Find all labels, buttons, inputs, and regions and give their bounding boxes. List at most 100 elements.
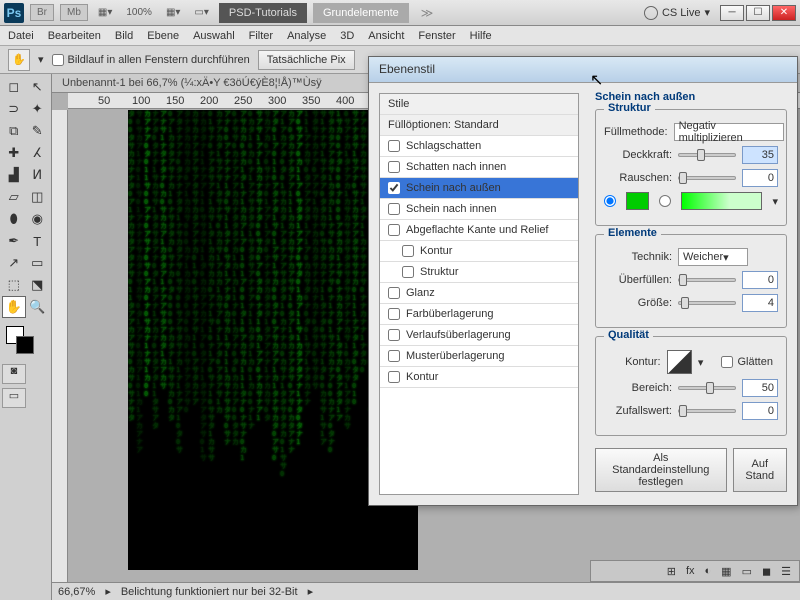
menu-bar: Datei Bearbeiten Bild Ebene Auswahl Filt… [0, 26, 800, 46]
dodge-tool[interactable]: ◉ [26, 208, 50, 230]
antialias-checkbox[interactable]: Glätten [721, 356, 778, 368]
blur-tool[interactable]: ⬮ [2, 208, 26, 230]
style-list-item[interactable]: Musterüberlagerung [380, 346, 578, 367]
style-list-item[interactable]: Struktur [380, 262, 578, 283]
workspace-tab[interactable]: PSD-Tutorials [219, 3, 307, 23]
size-slider[interactable] [678, 301, 736, 305]
noise-input[interactable] [742, 169, 778, 187]
menu-3d[interactable]: 3D [340, 30, 354, 42]
bridge-button[interactable]: Br [30, 4, 54, 21]
move-tool[interactable]: ↖ [26, 76, 50, 98]
style-list-item[interactable]: Farbüberlagerung [380, 304, 578, 325]
stamp-tool[interactable]: ▟ [2, 164, 26, 186]
style-list-item[interactable]: Kontur [380, 367, 578, 388]
qualitaet-group: Qualität Kontur:▾ Glätten Bereich: Zufal… [595, 336, 787, 436]
style-list[interactable]: StileFüllöptionen: StandardSchlagschatte… [379, 93, 579, 495]
actual-pixels-button[interactable]: Tatsächliche Pix [258, 50, 355, 70]
minimize-button[interactable]: ─ [720, 5, 744, 21]
link-icon[interactable]: ⊞ [667, 565, 676, 578]
status-zoom[interactable]: 66,67% [58, 586, 95, 598]
view-dropdown[interactable]: ▦▾ [94, 7, 116, 18]
zoom-dropdown[interactable]: 100% [122, 7, 156, 18]
eyedropper-tool[interactable]: ✎ [26, 120, 50, 142]
spread-input[interactable] [742, 271, 778, 289]
hand-tool[interactable]: ✋ [2, 296, 26, 318]
menu-auswahl[interactable]: Auswahl [193, 30, 235, 42]
gradient-radio[interactable] [659, 195, 671, 207]
color-radio[interactable] [604, 195, 616, 207]
screen-dropdown[interactable]: ▭▾ [190, 7, 212, 18]
arrange-dropdown[interactable]: ▦▾ [162, 7, 184, 18]
opacity-input[interactable] [742, 146, 778, 164]
zoom-tool[interactable]: 🔍 [26, 296, 50, 318]
range-input[interactable] [742, 379, 778, 397]
group-icon[interactable]: ▭ [742, 565, 752, 578]
lasso-tool[interactable]: ⊃ [2, 98, 26, 120]
color-swatches[interactable] [2, 324, 49, 360]
range-slider[interactable] [678, 386, 736, 390]
style-list-item[interactable]: Schein nach außen [380, 178, 578, 199]
style-list-item[interactable]: Glanz [380, 283, 578, 304]
glow-color-button[interactable] [626, 192, 649, 210]
minibridge-button[interactable]: Mb [60, 4, 88, 21]
adjustment-icon[interactable]: ▦ [721, 565, 731, 578]
jitter-input[interactable] [742, 402, 778, 420]
gradient-tool[interactable]: ◫ [26, 186, 50, 208]
marquee-tool[interactable]: ◻ [2, 76, 26, 98]
technique-select[interactable]: Weicher ▾ [678, 248, 748, 266]
menu-bild[interactable]: Bild [115, 30, 133, 42]
new-layer-icon[interactable]: ◼ [762, 565, 771, 578]
mask-icon[interactable]: ◐ [705, 565, 712, 577]
camera-tool[interactable]: ⬔ [26, 274, 50, 296]
pen-tool[interactable]: ✒ [2, 230, 26, 252]
brush-tool[interactable]: ⵃ [26, 142, 50, 164]
size-input[interactable] [742, 294, 778, 312]
menu-fenster[interactable]: Fenster [418, 30, 455, 42]
fx-icon[interactable]: fx [686, 565, 695, 577]
scroll-all-checkbox[interactable]: Bildlauf in allen Fenstern durchführen [52, 54, 250, 66]
glow-gradient-button[interactable] [681, 192, 763, 210]
style-list-item[interactable]: Abgeflachte Kante und Relief [380, 220, 578, 241]
menu-hilfe[interactable]: Hilfe [470, 30, 492, 42]
3d-tool[interactable]: ⬚ [2, 274, 26, 296]
wand-tool[interactable]: ✦ [26, 98, 50, 120]
blend-mode-select[interactable]: Negativ multiplizieren [674, 123, 784, 141]
style-list-item[interactable]: Füllöptionen: Standard [380, 115, 578, 136]
style-list-item[interactable]: Schein nach innen [380, 199, 578, 220]
opacity-slider[interactable] [678, 153, 736, 157]
shape-tool[interactable]: ▭ [26, 252, 50, 274]
make-default-button[interactable]: Als Standardeinstellung festlegen [595, 448, 727, 492]
close-button[interactable]: ✕ [772, 5, 796, 21]
trash-icon[interactable]: ☰ [781, 565, 791, 578]
screenmode-button[interactable]: ▭ [2, 388, 26, 408]
noise-slider[interactable] [678, 176, 736, 180]
hand-tool-icon[interactable]: ✋ [8, 49, 30, 71]
reset-default-button[interactable]: Auf Stand [733, 448, 787, 492]
menu-datei[interactable]: Datei [8, 30, 34, 42]
maximize-button[interactable]: ☐ [746, 5, 770, 21]
jitter-slider[interactable] [678, 409, 736, 413]
style-list-item[interactable]: Schlagschatten [380, 136, 578, 157]
contour-picker[interactable] [667, 350, 692, 374]
chevron-right-icon[interactable]: ≫ [415, 6, 440, 20]
menu-bearbeiten[interactable]: Bearbeiten [48, 30, 101, 42]
spread-slider[interactable] [678, 278, 736, 282]
menu-filter[interactable]: Filter [249, 30, 273, 42]
cslive-label[interactable]: CS Live [662, 7, 701, 19]
crop-tool[interactable]: ⧉ [2, 120, 26, 142]
eraser-tool[interactable]: ▱ [2, 186, 26, 208]
style-list-item[interactable]: Kontur [380, 241, 578, 262]
menu-ansicht[interactable]: Ansicht [368, 30, 404, 42]
path-tool[interactable]: ↗ [2, 252, 26, 274]
menu-analyse[interactable]: Analyse [287, 30, 326, 42]
history-brush-tool[interactable]: ⵍ [26, 164, 50, 186]
status-bar: 66,67% ▸ Belichtung funktioniert nur bei… [52, 582, 800, 600]
type-tool[interactable]: T [26, 230, 50, 252]
quickmask-button[interactable]: ◙ [2, 364, 26, 384]
style-list-item[interactable]: Verlaufsüberlagerung [380, 325, 578, 346]
menu-ebene[interactable]: Ebene [147, 30, 179, 42]
workspace-tab[interactable]: Grundelemente [313, 3, 409, 23]
style-list-item[interactable]: Schatten nach innen [380, 157, 578, 178]
style-list-item[interactable]: Stile [380, 94, 578, 115]
heal-tool[interactable]: ✚ [2, 142, 26, 164]
